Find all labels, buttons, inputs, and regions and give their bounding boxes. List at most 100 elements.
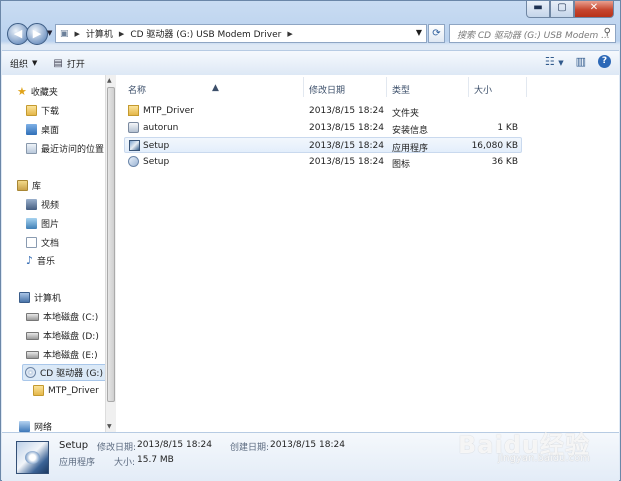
help-icon: ? bbox=[601, 56, 608, 66]
breadcrumb-separator-icon[interactable]: ▶ bbox=[117, 30, 126, 38]
forward-arrow-icon: ▶ bbox=[32, 27, 42, 40]
nav-label: 图片 bbox=[41, 220, 60, 230]
file-row[interactable]: Setup 2013/8/15 18:24 图标 36 KB bbox=[124, 154, 522, 170]
breadcrumb-computer[interactable]: 计算机 bbox=[82, 27, 117, 40]
column-divider[interactable] bbox=[468, 77, 469, 97]
column-size[interactable]: 大小 bbox=[474, 83, 492, 96]
back-arrow-icon: ◀ bbox=[13, 27, 23, 40]
breadcrumb-separator-icon[interactable]: ▶ bbox=[73, 30, 82, 38]
nav-label: 下载 bbox=[41, 107, 60, 117]
star-icon: ★ bbox=[17, 85, 27, 98]
nav-network[interactable]: 网络 bbox=[19, 420, 52, 432]
refresh-button[interactable]: ⟳ bbox=[428, 24, 445, 43]
nav-music[interactable]: ♪ 音乐 bbox=[26, 254, 55, 267]
column-name[interactable]: 名称 bbox=[128, 83, 146, 96]
column-type[interactable]: 类型 bbox=[392, 83, 410, 96]
nav-computer[interactable]: 计算机 bbox=[19, 291, 61, 304]
folder-icon bbox=[128, 105, 139, 116]
nav-mtp-driver[interactable]: MTP_Driver bbox=[33, 385, 99, 396]
nav-videos[interactable]: 视频 bbox=[26, 198, 59, 211]
open-label: 打开 bbox=[66, 59, 85, 70]
details-modified-value: 2013/8/15 18:24 bbox=[137, 440, 212, 450]
video-icon bbox=[26, 199, 37, 210]
setup-application-icon bbox=[16, 441, 49, 474]
breadcrumb-separator-icon[interactable]: ▶ bbox=[285, 30, 294, 38]
nav-cd-drive[interactable]: CD 驱动器 (G:) U bbox=[22, 364, 105, 381]
column-divider[interactable] bbox=[303, 77, 304, 97]
nav-disk-c[interactable]: 本地磁盘 (C:) bbox=[26, 310, 98, 323]
file-type: 安装信息 bbox=[392, 126, 429, 136]
search-placeholder: 搜索 CD 驱动器 (G:) USB Modem ... bbox=[457, 31, 610, 41]
minimize-button[interactable]: ▬ bbox=[526, 1, 550, 18]
address-dropdown-icon[interactable]: ▼ bbox=[416, 28, 422, 37]
document-icon bbox=[26, 237, 37, 248]
file-row[interactable]: autorun 2013/8/15 18:24 安装信息 1 KB bbox=[124, 120, 522, 136]
search-input[interactable]: 搜索 CD 驱动器 (G:) USB Modem ... ⚲ bbox=[449, 24, 616, 43]
picture-icon bbox=[26, 218, 37, 229]
change-view-button[interactable]: ☷ ▼ bbox=[545, 55, 564, 68]
application-icon bbox=[129, 140, 140, 151]
details-size-label: 大小: bbox=[114, 458, 136, 468]
nav-desktop[interactable]: 桌面 bbox=[26, 123, 59, 136]
file-date: 2013/8/15 18:24 bbox=[309, 157, 384, 167]
help-button[interactable]: ? bbox=[598, 55, 611, 68]
nav-label: 视频 bbox=[41, 201, 60, 211]
nav-label: 最近访问的位置 bbox=[41, 145, 105, 155]
column-headers: ▲ 名称 修改日期 类型 大小 bbox=[116, 75, 619, 99]
setup-info-icon bbox=[128, 122, 139, 133]
nav-downloads[interactable]: 下载 bbox=[26, 104, 59, 117]
nav-label: 计算机 bbox=[34, 294, 62, 304]
view-icon: ☷ bbox=[544, 55, 555, 68]
search-icon[interactable]: ⚲ bbox=[604, 27, 611, 38]
scrollbar-thumb[interactable] bbox=[107, 87, 115, 402]
file-row-selected[interactable]: Setup 2013/8/15 18:24 应用程序 16,080 KB bbox=[124, 137, 522, 154]
details-file-name: Setup bbox=[59, 440, 89, 451]
nav-label: 本地磁盘 (C:) bbox=[43, 313, 99, 323]
recent-pages-dropdown[interactable]: ▼ bbox=[47, 29, 52, 37]
nav-label: 收藏夹 bbox=[30, 88, 58, 98]
folder-icon bbox=[33, 385, 44, 396]
nav-disk-e[interactable]: 本地磁盘 (E:) bbox=[26, 348, 98, 361]
local-disk-icon bbox=[26, 350, 39, 359]
file-name: autorun bbox=[143, 123, 179, 133]
column-divider[interactable] bbox=[526, 77, 527, 97]
local-disk-icon bbox=[26, 331, 39, 340]
file-type: 图标 bbox=[392, 160, 411, 170]
nav-label: 网络 bbox=[34, 423, 53, 432]
explorer-window: ▬ ▢ ✕ ◀ ▶ ▼ ▣ ▶ 计算机 ▶ CD 驱动器 (G:) USB Mo… bbox=[0, 0, 621, 481]
nav-label: 库 bbox=[32, 182, 42, 192]
close-button[interactable]: ✕ bbox=[574, 1, 614, 18]
file-date: 2013/8/15 18:24 bbox=[309, 123, 384, 133]
column-date[interactable]: 修改日期 bbox=[309, 83, 345, 96]
nav-libraries[interactable]: 库 bbox=[17, 179, 41, 192]
file-row[interactable]: MTP_Driver 2013/8/15 18:24 文件夹 bbox=[124, 103, 522, 119]
scroll-up-icon[interactable]: ▲ bbox=[107, 77, 112, 84]
command-bar: 组织 ▼ ▤ 打开 ☷ ▼ ▥ ? bbox=[2, 50, 619, 76]
chevron-down-icon: ▼ bbox=[32, 59, 38, 67]
file-type: 应用程序 bbox=[392, 144, 429, 154]
preview-pane-button[interactable]: ▥ bbox=[576, 55, 586, 68]
recent-places-icon bbox=[26, 143, 37, 154]
sort-arrow-icon: ▲ bbox=[212, 83, 219, 93]
organize-button[interactable]: 组织 ▼ bbox=[2, 57, 45, 70]
details-modified-label: 修改日期: bbox=[97, 443, 137, 453]
nav-recent-places[interactable]: 最近访问的位置 bbox=[26, 142, 104, 155]
nav-scrollbar[interactable]: ▲ ▼ bbox=[105, 75, 116, 432]
details-size-value: 15.7 MB bbox=[137, 455, 174, 465]
maximize-button[interactable]: ▢ bbox=[550, 1, 574, 18]
nav-favorites[interactable]: ★ 收藏夹 bbox=[17, 85, 58, 98]
scroll-down-icon[interactable]: ▼ bbox=[107, 423, 112, 430]
nav-pictures[interactable]: 图片 bbox=[26, 217, 59, 230]
forward-button[interactable]: ▶ bbox=[26, 23, 48, 45]
column-divider[interactable] bbox=[386, 77, 387, 97]
address-bar[interactable]: ▣ ▶ 计算机 ▶ CD 驱动器 (G:) USB Modem Driver ▶… bbox=[55, 24, 427, 43]
file-size: 16,080 KB bbox=[471, 141, 518, 151]
breadcrumb-cd-drive[interactable]: CD 驱动器 (G:) USB Modem Driver bbox=[126, 27, 285, 40]
network-icon bbox=[19, 421, 30, 432]
nav-documents[interactable]: 文档 bbox=[26, 236, 59, 249]
nav-label: 桌面 bbox=[41, 126, 60, 136]
open-button[interactable]: ▤ 打开 bbox=[45, 57, 92, 70]
file-name: Setup bbox=[143, 141, 170, 151]
nav-label: CD 驱动器 (G:) U bbox=[40, 369, 105, 379]
nav-disk-d[interactable]: 本地磁盘 (D:) bbox=[26, 329, 99, 342]
